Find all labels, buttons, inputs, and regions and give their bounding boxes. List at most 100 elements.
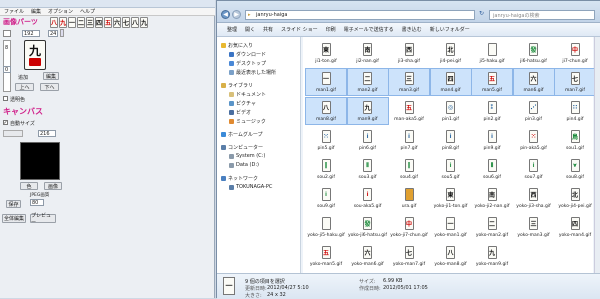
file-item[interactable]: 五 man-aka5.gif [388, 97, 430, 125]
move-up-button[interactable]: 上へ [15, 83, 34, 91]
file-item[interactable]: ⁞ sou5.gif [430, 155, 472, 183]
file-item[interactable]: ⫴ sou3.gif [347, 155, 389, 183]
palette-tile[interactable]: 六 [113, 16, 121, 28]
file-item[interactable]: 八 man8.gif [305, 97, 347, 125]
palette-tile[interactable]: 九 [140, 16, 148, 28]
file-item[interactable]: ⩔ sou8.gif [554, 155, 596, 183]
nav-item[interactable]: TOKUNAGA-PC [229, 183, 272, 191]
refresh-icon[interactable]: ↻ [479, 10, 487, 20]
file-item[interactable]: 發 yoko-ji6-hatsu.gif [347, 213, 389, 241]
menu-help[interactable]: ヘルプ [80, 8, 95, 15]
add-label[interactable]: 追加 [18, 74, 28, 81]
file-item[interactable]: 發 ji6-hatsu.gif [513, 39, 555, 67]
file-item[interactable]: 一 man1.gif [305, 68, 347, 96]
transparent-checkbox[interactable] [3, 96, 8, 101]
nav-item[interactable]: 最近表示した場所 [229, 68, 276, 76]
menu-options[interactable]: オプション [48, 8, 73, 15]
nav-item[interactable]: ホームグループ [221, 130, 263, 138]
address-bar[interactable]: ▸ janryu-haiga [245, 10, 475, 20]
palette-tile[interactable]: 二 [77, 16, 85, 28]
file-item[interactable]: ⁞ pin7.gif [388, 126, 430, 154]
file-item[interactable]: ◎ pin1.gif [430, 97, 472, 125]
jpeg-quality-field[interactable]: 80 [30, 199, 44, 206]
file-item[interactable]: ‖ sou2.gif [305, 155, 347, 183]
file-item[interactable]: ⫴ sou6.gif [471, 155, 513, 183]
width-field[interactable]: 216 [38, 130, 56, 137]
nav-item[interactable]: System (C:) [229, 152, 265, 160]
file-item[interactable]: ⁞ sou7.gif [513, 155, 555, 183]
color-button[interactable]: 色 [20, 182, 38, 190]
toolbar-print[interactable]: 印刷 [326, 26, 336, 33]
menu-file[interactable]: ファイル [4, 8, 24, 15]
palette-tile[interactable]: 八 [50, 16, 58, 28]
file-item[interactable]: 三 man3.gif [388, 68, 430, 96]
file-item[interactable]: 中 ji7-chun.gif [554, 39, 596, 67]
file-item[interactable]: ⁙ pin5.gif [305, 126, 347, 154]
save-button[interactable]: 保存 [6, 200, 21, 208]
file-item[interactable]: ⁙ pin-aka5.gif [513, 126, 555, 154]
nav-item[interactable]: ネットワーク [221, 174, 258, 182]
file-item[interactable]: 六 man6.gif [512, 68, 555, 96]
auto-size-checkbox[interactable]: ✓ [3, 120, 8, 126]
palette-tile[interactable]: 九 [59, 16, 67, 28]
bulk-edit-button[interactable]: 全体編集 [2, 214, 26, 223]
toolbar-new-folder[interactable]: 新しいフォルダー [430, 26, 470, 33]
edit-button[interactable]: 編集 [43, 72, 59, 80]
file-item[interactable]: 六 yoko-man6.gif [347, 242, 389, 270]
file-item[interactable]: ∷ pin4.gif [554, 97, 596, 125]
file-item[interactable]: 九 man9.gif [346, 97, 389, 125]
file-item[interactable]: ura.gif [388, 184, 430, 212]
file-item[interactable]: 九 yoko-man9.gif [471, 242, 513, 270]
toolbar-burn[interactable]: 書き込む [402, 26, 422, 33]
toolbar-email[interactable]: 電子メールで送信する [344, 26, 394, 33]
palette-tile[interactable]: 五 [104, 16, 112, 28]
nav-item[interactable]: お気に入り [221, 41, 253, 49]
file-item[interactable]: 北 ji4-pei.gif [430, 39, 472, 67]
file-item[interactable]: 三 yoko-man3.gif [513, 213, 555, 241]
file-item[interactable]: 四 man4.gif [429, 68, 472, 96]
back-arrow-icon[interactable]: ◀ [221, 10, 230, 19]
file-list-scrollbar[interactable] [594, 37, 600, 273]
file-item[interactable]: 五 man5.gif [471, 68, 513, 96]
file-item[interactable]: ⁞ sou9.gif [305, 184, 347, 212]
file-item[interactable]: ji5-haku.gif [471, 39, 513, 67]
nav-item[interactable]: ライブラリ [221, 81, 253, 89]
preview-button[interactable]: プレビュー [30, 213, 56, 226]
palette-tile[interactable]: 一 [68, 16, 76, 28]
file-item[interactable]: ⁞ pin8.gif [430, 126, 472, 154]
file-item[interactable]: 二 man2.gif [346, 68, 389, 96]
file-item[interactable]: 五 yoko-man5.gif [305, 242, 347, 270]
toolbar-open[interactable]: 開く [245, 26, 255, 33]
nav-item[interactable]: コンピューター [221, 143, 263, 151]
field-b[interactable]: 24 [48, 30, 58, 37]
file-item[interactable]: ⋰ pin3.gif [513, 97, 555, 125]
palette-tile[interactable]: 三 [86, 16, 94, 28]
toolbar-slideshow[interactable]: スライド ショー [281, 26, 318, 33]
swatch-box[interactable] [3, 30, 11, 37]
file-item[interactable]: 南 yoko-ji2-nan.gif [471, 184, 513, 212]
file-item[interactable]: 西 yoko-ji3-sha.gif [513, 184, 555, 212]
file-item[interactable]: 七 man7.gif [554, 68, 596, 96]
file-item[interactable]: 鳥 sou1.gif [554, 126, 596, 154]
file-item[interactable]: 一 yoko-man1.gif [430, 213, 472, 241]
nav-item[interactable]: ビデオ [229, 108, 251, 116]
nav-item[interactable]: Data (D:) [229, 161, 259, 169]
file-item[interactable]: 東 yoko-ji1-ton.gif [430, 184, 472, 212]
file-item[interactable]: ⁞ pin9.gif [471, 126, 513, 154]
move-down-button[interactable]: 下へ [40, 83, 59, 91]
file-item[interactable]: 東 ji1-ton.gif [305, 39, 347, 67]
nav-item[interactable]: ミュージック [229, 117, 266, 125]
nav-item[interactable]: デスクトップ [229, 59, 266, 67]
palette-tile[interactable]: 四 [95, 16, 103, 28]
palette-tile[interactable]: 七 [122, 16, 130, 28]
file-item[interactable]: ⁑ pin2.gif [471, 97, 513, 125]
counter-field[interactable]: 0 [3, 66, 11, 73]
nav-item[interactable]: ピクチャ [229, 99, 256, 107]
image-button[interactable]: 画像 [44, 182, 62, 190]
nav-item[interactable]: ドキュメント [229, 90, 266, 98]
spin-button[interactable] [60, 29, 64, 37]
file-item[interactable]: 南 ji2-nan.gif [347, 39, 389, 67]
toolbar-organize[interactable]: 整理 [227, 26, 237, 33]
file-item[interactable]: 二 yoko-man2.gif [471, 213, 513, 241]
toolbar-share[interactable]: 共有 [263, 26, 273, 33]
